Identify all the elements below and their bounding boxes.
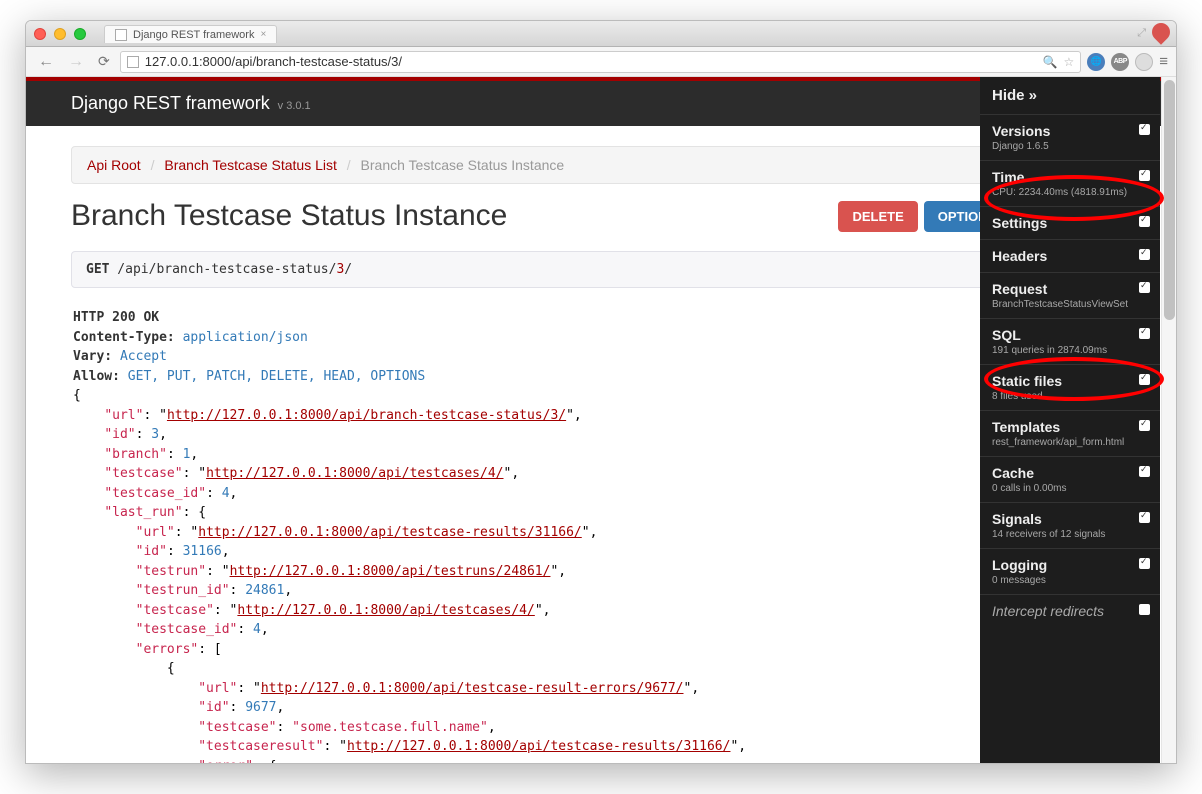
debug-panel-checkbox[interactable] xyxy=(1139,328,1150,339)
debug-panel-intercept-redirects[interactable]: Intercept redirects xyxy=(980,594,1160,627)
response-body: HTTP 200 OK Content-Type: application/js… xyxy=(71,302,1071,763)
request-path-suffix: / xyxy=(344,262,352,277)
breadcrumb-list[interactable]: Branch Testcase Status List xyxy=(164,157,337,173)
request-line: GET /api/branch-testcase-status/3/ xyxy=(71,251,1071,288)
debug-panel-title: SQL xyxy=(992,327,1148,343)
scrollbar-thumb[interactable] xyxy=(1164,80,1175,320)
debug-panel-checkbox[interactable] xyxy=(1139,466,1150,477)
star-icon[interactable]: ☆ xyxy=(1063,55,1074,69)
debug-panel-subtitle: CPU: 2234.40ms (4818.91ms) xyxy=(992,187,1148,198)
breadcrumb-api-root[interactable]: Api Root xyxy=(87,157,141,173)
debug-panel-subtitle: 0 calls in 0.00ms xyxy=(992,483,1148,494)
debug-panel-logging[interactable]: Logging 0 messages xyxy=(980,548,1160,594)
mac-minimize-button[interactable] xyxy=(54,28,66,40)
debug-panel-headers[interactable]: Headers xyxy=(980,239,1160,272)
mac-maximize-button[interactable] xyxy=(74,28,86,40)
debug-panel-checkbox[interactable] xyxy=(1139,604,1150,615)
response-json: { "url": "http://127.0.0.1:8000/api/bran… xyxy=(73,386,1069,763)
browser-tab[interactable]: Django REST framework × xyxy=(104,25,277,43)
tab-favicon xyxy=(115,29,127,41)
debug-panel-title: Static files xyxy=(992,373,1148,389)
pin-extension-icon[interactable] xyxy=(1148,20,1173,45)
vertical-scrollbar[interactable] xyxy=(1161,77,1176,763)
request-path-prefix: /api/branch-testcase-status/ xyxy=(109,262,336,277)
debug-panel-sql[interactable]: SQL 191 queries in 2874.09ms xyxy=(980,318,1160,364)
debug-panel-title: Logging xyxy=(992,557,1148,573)
debug-panel-checkbox[interactable] xyxy=(1139,420,1150,431)
debug-panel-title: Intercept redirects xyxy=(992,603,1148,619)
extension-globe-icon[interactable]: 🌐 xyxy=(1087,53,1105,71)
debug-panel-title: Templates xyxy=(992,419,1148,435)
delete-button[interactable]: DELETE xyxy=(838,201,917,232)
debug-panel-title: Cache xyxy=(992,465,1148,481)
reload-button[interactable]: ⟳ xyxy=(94,53,114,70)
debug-panel-subtitle: 0 messages xyxy=(992,575,1148,586)
debug-panel-checkbox[interactable] xyxy=(1139,216,1150,227)
drf-version: v 3.0.1 xyxy=(278,100,311,112)
mac-window: Django REST framework × ⤢ ← → ⟳ 127.0.0.… xyxy=(25,20,1177,764)
mac-close-button[interactable] xyxy=(34,28,46,40)
debug-panel-signals[interactable]: Signals 14 receivers of 12 signals xyxy=(980,502,1160,548)
debug-panel-title: Settings xyxy=(992,215,1148,231)
debug-hide-button[interactable]: Hide » xyxy=(980,77,1160,114)
breadcrumb-current: Branch Testcase Status Instance xyxy=(361,157,565,173)
debug-panel-subtitle: 8 files used xyxy=(992,391,1148,402)
debug-panel-subtitle: BranchTestcaseStatusViewSet xyxy=(992,299,1148,310)
debug-panel-time[interactable]: Time CPU: 2234.40ms (4818.91ms) xyxy=(980,160,1160,206)
debug-panel-static-files[interactable]: Static files 8 files used xyxy=(980,364,1160,410)
debug-panel-cache[interactable]: Cache 0 calls in 0.00ms xyxy=(980,456,1160,502)
tab-close-icon[interactable]: × xyxy=(260,29,266,40)
debug-panel-subtitle: 14 receivers of 12 signals xyxy=(992,529,1148,540)
drf-brand[interactable]: Django REST framework xyxy=(71,93,270,113)
request-method: GET xyxy=(86,262,109,277)
breadcrumb-sep: / xyxy=(151,157,155,173)
debug-panel-title: Request xyxy=(992,281,1148,297)
django-debug-toolbar: Hide » Versions Django 1.6.5 Time CPU: 2234… xyxy=(980,77,1160,763)
extension-gray-icon[interactable] xyxy=(1135,53,1153,71)
back-button[interactable]: ← xyxy=(34,53,58,71)
address-bar[interactable]: 127.0.0.1:8000/api/branch-testcase-statu… xyxy=(120,51,1082,73)
debug-panel-request[interactable]: Request BranchTestcaseStatusViewSet xyxy=(980,272,1160,318)
response-headers: HTTP 200 OK Content-Type: application/js… xyxy=(73,308,1069,386)
debug-panel-title: Signals xyxy=(992,511,1148,527)
debug-panel-checkbox[interactable] xyxy=(1139,558,1150,569)
debug-panel-settings[interactable]: Settings xyxy=(980,206,1160,239)
debug-panel-title: Versions xyxy=(992,123,1148,139)
search-icon[interactable]: 🔍 xyxy=(1043,55,1058,69)
debug-panel-checkbox[interactable] xyxy=(1139,282,1150,293)
debug-panel-checkbox[interactable] xyxy=(1139,124,1150,135)
tab-title: Django REST framework xyxy=(133,29,254,41)
debug-panel-subtitle: rest_framework/api_form.html xyxy=(992,437,1148,448)
browser-menu-button[interactable]: ≡ xyxy=(1159,53,1168,70)
debug-panel-templates[interactable]: Templates rest_framework/api_form.html xyxy=(980,410,1160,456)
site-icon xyxy=(127,56,139,68)
breadcrumb-sep: / xyxy=(347,157,351,173)
debug-panel-versions[interactable]: Versions Django 1.6.5 xyxy=(980,114,1160,160)
debug-panel-checkbox[interactable] xyxy=(1139,170,1150,181)
url-text: 127.0.0.1:8000/api/branch-testcase-statu… xyxy=(145,54,402,69)
debug-panel-title: Headers xyxy=(992,248,1148,264)
debug-panel-title: Time xyxy=(992,169,1148,185)
debug-panel-checkbox[interactable] xyxy=(1139,374,1150,385)
debug-panel-subtitle: Django 1.6.5 xyxy=(992,141,1148,152)
breadcrumb: Api Root / Branch Testcase Status List /… xyxy=(71,146,1071,184)
debug-panel-checkbox[interactable] xyxy=(1139,249,1150,260)
debug-panel-checkbox[interactable] xyxy=(1139,512,1150,523)
browser-toolbar: ← → ⟳ 127.0.0.1:8000/api/branch-testcase… xyxy=(26,47,1176,77)
extension-abp-icon[interactable]: ABP xyxy=(1111,53,1129,71)
mac-titlebar: Django REST framework × ⤢ xyxy=(26,21,1176,47)
forward-button[interactable]: → xyxy=(64,53,88,71)
expand-window-icon[interactable]: ⤢ xyxy=(1137,27,1146,40)
page-title: Branch Testcase Status Instance xyxy=(71,199,507,233)
debug-panel-subtitle: 191 queries in 2874.09ms xyxy=(992,345,1148,356)
